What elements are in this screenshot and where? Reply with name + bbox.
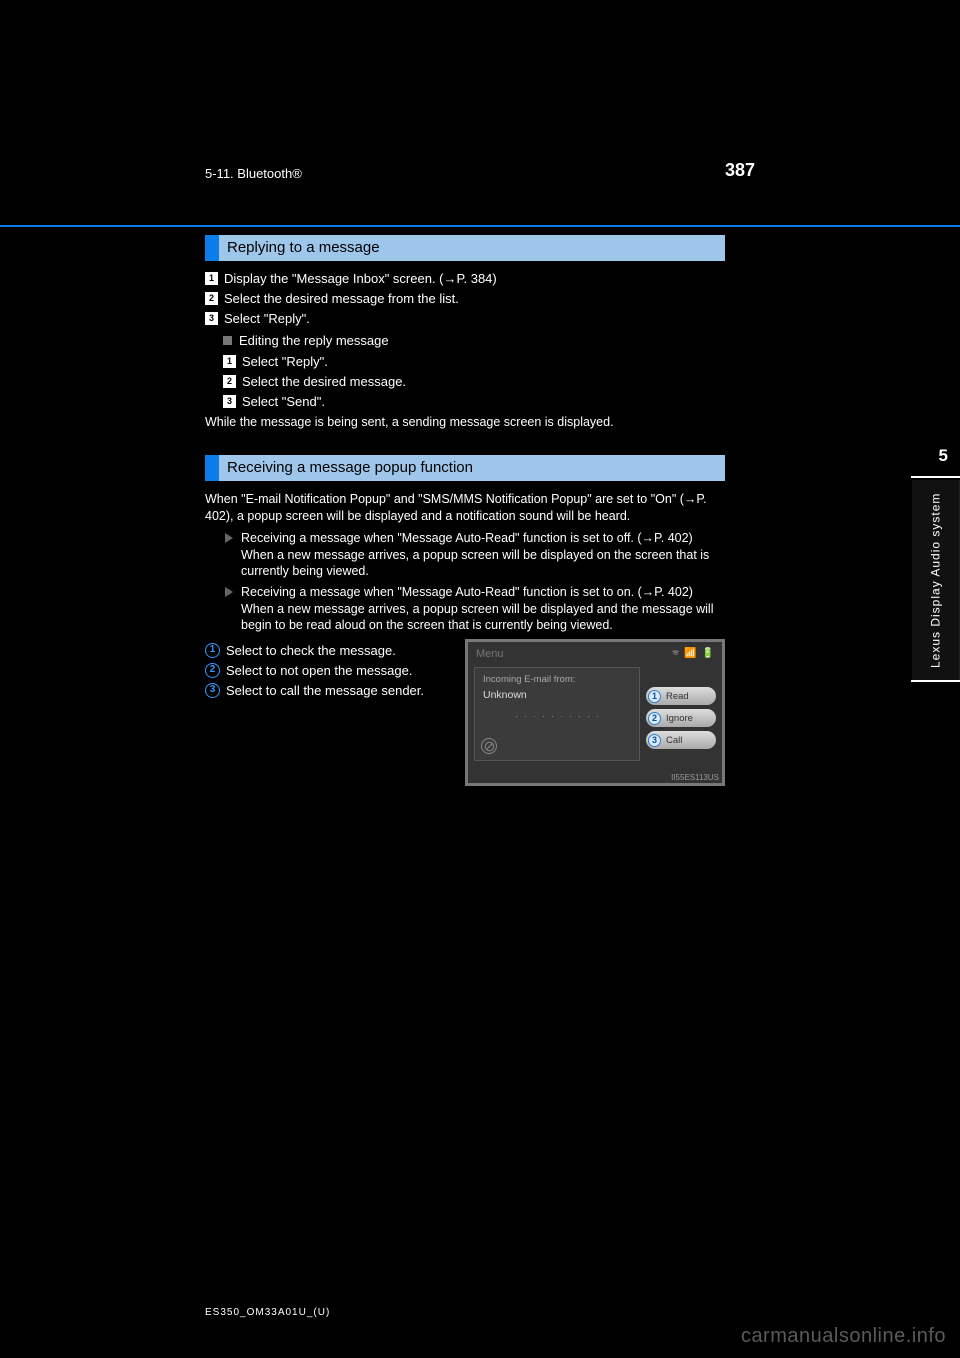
sub-step-1-text: Select "Reply". [242, 354, 328, 370]
popup-ignore-label: Ignore [666, 713, 693, 724]
prohibit-icon [481, 738, 497, 754]
callout-1-text: Select to check the message. [226, 643, 396, 659]
signal-icon: 📶 [684, 648, 696, 660]
figure-titlebar: Menu 🕿 📶 🔋 [468, 642, 722, 663]
figure-code: II55ES113US [671, 773, 719, 782]
section-title-receiving: Receiving a message popup function [219, 455, 725, 481]
callout-column: 1 Select to check the message. 2 Select … [205, 639, 445, 703]
sub-heading-text: Editing the reply message [239, 333, 389, 348]
figure-placeholder-dots: . . . . . . . . . . [483, 709, 633, 719]
step-2: 2 Select the desired message from the li… [205, 291, 725, 307]
btn-number-icon: 3 [648, 734, 661, 747]
triangle-bullet-icon [225, 587, 233, 597]
sub-heading-editing: Editing the reply message [223, 333, 725, 348]
step-number-icon: 2 [205, 292, 218, 305]
section-accent [205, 235, 219, 261]
step-number-icon: 1 [223, 355, 236, 368]
bullet-2-heading: Receiving a message when "Message Auto-R… [241, 585, 693, 599]
bluetooth-icon: 🕿 [672, 648, 679, 660]
square-bullet-icon [223, 336, 232, 345]
sub-step-note: While the message is being sent, a sendi… [205, 414, 725, 431]
page-number: 387 [725, 160, 755, 181]
watermark: carmanualsonline.info [741, 1325, 946, 1348]
step-3: 3 Select "Reply". [205, 311, 725, 327]
step-2-text: Select the desired message from the list… [224, 291, 459, 307]
figure-body: Incoming E-mail from: Unknown . . . . . … [468, 663, 722, 769]
callout-1: 1 Select to check the message. [205, 643, 445, 659]
figure-buttons: 1 Read 2 Ignore 3 Call [646, 687, 716, 761]
step-3-text: Select "Reply". [224, 311, 310, 327]
callout-3: 3 Select to call the message sender. [205, 683, 445, 699]
figure-status-icons: 🕿 📶 🔋 [672, 648, 714, 660]
sub-step-2-text: Select the desired message. [242, 374, 406, 390]
section-receiving-bar: Receiving a message popup function [205, 455, 725, 481]
popup-read-label: Read [666, 691, 689, 702]
section-replying-bar: Replying to a message [205, 235, 725, 261]
sub-step-2: 2 Select the desired message. [223, 374, 725, 390]
side-tab-line-top [911, 476, 960, 478]
step-number-icon: 3 [205, 312, 218, 325]
section-accent [205, 455, 219, 481]
page-header: 5-11. Bluetooth® 387 [0, 160, 960, 185]
callout-2-text: Select to not open the message. [226, 663, 412, 679]
bullet-2: Receiving a message when "Message Auto-R… [225, 585, 725, 599]
sub-step-3-text: Select "Send". [242, 394, 325, 410]
callout-3-text: Select to call the message sender. [226, 683, 424, 699]
triangle-bullet-icon [225, 533, 233, 543]
figure-sender-name: Unknown [483, 689, 633, 701]
step-1-text: Display the "Message Inbox" screen. (→P.… [224, 271, 497, 287]
step-number-icon: 3 [223, 395, 236, 408]
figure-incoming-label: Incoming E-mail from: [483, 674, 633, 685]
footer-doc-name: ES350_OM33A01U_(U) [205, 1307, 330, 1318]
popup-call-label: Call [666, 735, 682, 746]
circle-number-icon: 2 [205, 663, 220, 678]
popup-figure: Menu 🕿 📶 🔋 Incoming E-mail from: Unknown… [465, 639, 725, 786]
btn-number-icon: 2 [648, 712, 661, 725]
receiving-intro: When "E-mail Notification Popup" and "SM… [205, 491, 725, 525]
popup-ignore-button[interactable]: 2 Ignore [646, 709, 716, 727]
sub-step-3: 3 Select "Send". [223, 394, 725, 410]
step-1: 1 Display the "Message Inbox" screen. (→… [205, 271, 725, 287]
callout-and-figure: 1 Select to check the message. 2 Select … [205, 639, 725, 786]
figure-message-panel: Incoming E-mail from: Unknown . . . . . … [474, 667, 640, 761]
main-content: Replying to a message 1 Display the "Mes… [205, 225, 725, 786]
bullet-2-body: When a new message arrives, a popup scre… [241, 601, 725, 633]
circle-number-icon: 1 [205, 643, 220, 658]
side-tab-line-bottom [911, 680, 960, 682]
popup-call-button[interactable]: 3 Call [646, 731, 716, 749]
callout-2: 2 Select to not open the message. [205, 663, 445, 679]
bullet-1-heading: Receiving a message when "Message Auto-R… [241, 531, 693, 545]
bullet-1-body: When a new message arrives, a popup scre… [241, 547, 725, 579]
figure-title: Menu [476, 648, 504, 660]
section-title-replying: Replying to a message [219, 235, 725, 261]
sub-step-1: 1 Select "Reply". [223, 354, 725, 370]
bullet-1: Receiving a message when "Message Auto-R… [225, 531, 725, 545]
circle-number-icon: 3 [205, 683, 220, 698]
battery-icon: 🔋 [702, 648, 714, 660]
popup-read-button[interactable]: 1 Read [646, 687, 716, 705]
step-number-icon: 1 [205, 272, 218, 285]
btn-number-icon: 1 [648, 690, 661, 703]
side-chapter-number: 5 [939, 446, 948, 466]
step-number-icon: 2 [223, 375, 236, 388]
side-tab-label: Lexus Display Audio system [912, 480, 960, 680]
section-breadcrumb: 5-11. Bluetooth® [205, 166, 302, 181]
